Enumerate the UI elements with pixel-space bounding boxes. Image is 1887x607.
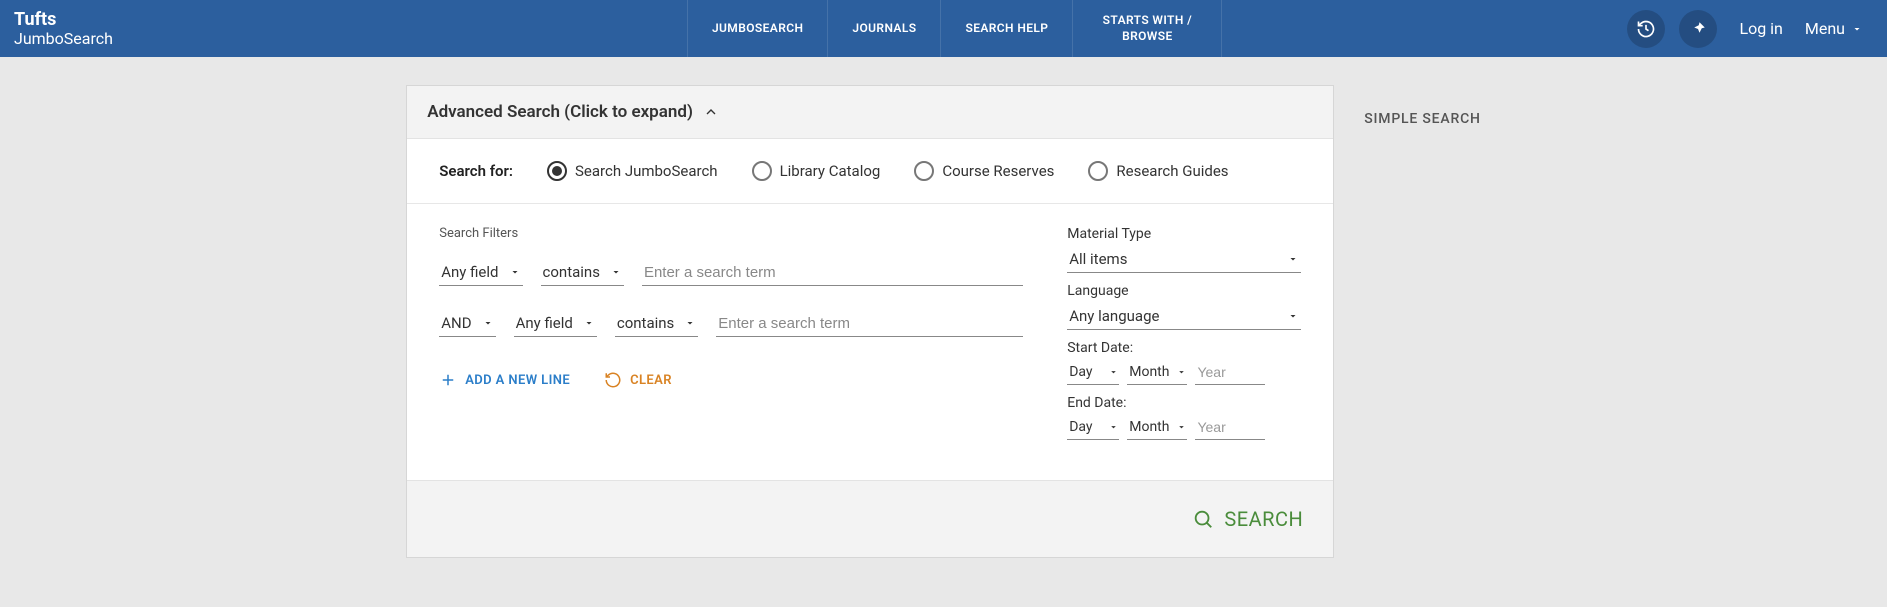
start-date-row: Day Month	[1067, 360, 1301, 385]
end-year-input[interactable]	[1195, 415, 1265, 440]
brand-top: Tufts	[14, 10, 113, 30]
caret-down-icon	[1108, 367, 1119, 378]
language-label: Language	[1067, 283, 1301, 299]
filters-body: Search Filters Any field contains AND	[407, 204, 1333, 480]
search-term-input[interactable]	[716, 311, 1023, 337]
end-date-row: Day Month	[1067, 415, 1301, 440]
start-day-select[interactable]: Day	[1067, 360, 1119, 385]
scope-research-guides[interactable]: Research Guides	[1088, 161, 1228, 181]
boolean-select[interactable]: AND	[439, 310, 495, 337]
operator-select[interactable]: contains	[541, 259, 624, 286]
menu-label: Menu	[1805, 19, 1845, 38]
scope-row: Search for: Search JumboSearch Library C…	[407, 139, 1333, 204]
filters-title: Search Filters	[439, 226, 1023, 241]
refresh-icon	[604, 371, 622, 389]
nav-starts-with-browse[interactable]: STARTS WITH / BROWSE	[1072, 0, 1222, 57]
search-term-input[interactable]	[642, 260, 1023, 286]
filter-row-2: AND Any field contains	[439, 310, 1023, 337]
filters-left: Search Filters Any field contains AND	[439, 226, 1023, 446]
scope-label-text: Course Reserves	[942, 162, 1054, 180]
pin-icon[interactable]	[1679, 10, 1717, 48]
advanced-search-header[interactable]: Advanced Search (Click to expand)	[407, 86, 1333, 139]
card-footer: SEARCH	[407, 480, 1333, 557]
clear-button[interactable]: CLEAR	[604, 371, 672, 389]
radio-icon	[547, 161, 567, 181]
brand[interactable]: Tufts JumboSearch	[0, 10, 127, 47]
caret-down-icon	[1851, 23, 1863, 35]
menu-link[interactable]: Menu	[1805, 19, 1863, 38]
start-date-label: Start Date:	[1067, 340, 1301, 356]
plus-icon	[439, 371, 457, 389]
scope-label-text: Research Guides	[1116, 162, 1228, 180]
radio-icon	[1088, 161, 1108, 181]
chevron-up-icon	[703, 104, 719, 120]
advanced-search-title: Advanced Search (Click to expand)	[427, 102, 693, 122]
topbar: Tufts JumboSearch JUMBOSEARCH JOURNALS S…	[0, 0, 1887, 57]
start-year-input[interactable]	[1195, 360, 1265, 385]
field-select[interactable]: Any field	[514, 310, 597, 337]
end-day-select[interactable]: Day	[1067, 415, 1119, 440]
caret-down-icon	[509, 266, 521, 278]
simple-search-link[interactable]: SIMPLE SEARCH	[1364, 85, 1481, 558]
start-month-select[interactable]: Month	[1127, 360, 1187, 385]
material-type-label: Material Type	[1067, 226, 1301, 242]
operator-select[interactable]: contains	[615, 310, 698, 337]
nav-journals[interactable]: JOURNALS	[827, 0, 940, 57]
filters-right: Material Type All items Language Any lan…	[1067, 226, 1301, 446]
scope-label-text: Library Catalog	[780, 162, 881, 180]
header-tools: Log in Menu	[1627, 10, 1887, 48]
search-button[interactable]: SEARCH	[1192, 507, 1303, 531]
caret-down-icon	[1108, 422, 1119, 433]
history-icon[interactable]	[1627, 10, 1665, 48]
nav-search-help[interactable]: SEARCH HELP	[940, 0, 1072, 57]
field-select[interactable]: Any field	[439, 259, 522, 286]
advanced-search-card: Advanced Search (Click to expand) Search…	[406, 85, 1334, 558]
end-date-label: End Date:	[1067, 395, 1301, 411]
caret-down-icon	[583, 317, 595, 329]
scope-course-reserves[interactable]: Course Reserves	[914, 161, 1054, 181]
main-nav: JUMBOSEARCH JOURNALS SEARCH HELP STARTS …	[687, 0, 1222, 57]
brand-sub: JumboSearch	[14, 30, 113, 48]
caret-down-icon	[1176, 367, 1187, 378]
scope-library-catalog[interactable]: Library Catalog	[752, 161, 881, 181]
material-type-select[interactable]: All items	[1067, 246, 1301, 273]
language-select[interactable]: Any language	[1067, 303, 1301, 330]
login-link[interactable]: Log in	[1731, 19, 1790, 38]
search-for-label: Search for:	[439, 162, 513, 180]
caret-down-icon	[1176, 422, 1187, 433]
radio-icon	[914, 161, 934, 181]
caret-down-icon	[684, 317, 696, 329]
add-line-button[interactable]: ADD A NEW LINE	[439, 371, 570, 389]
caret-down-icon	[482, 317, 494, 329]
search-icon	[1192, 508, 1214, 530]
filter-actions: ADD A NEW LINE CLEAR	[439, 371, 1023, 389]
scope-jumbosearch[interactable]: Search JumboSearch	[547, 161, 718, 181]
caret-down-icon	[1287, 253, 1299, 265]
caret-down-icon	[1287, 310, 1299, 322]
nav-jumbosearch[interactable]: JUMBOSEARCH	[687, 0, 827, 57]
scope-label-text: Search JumboSearch	[575, 162, 718, 180]
filter-row-1: Any field contains	[439, 259, 1023, 286]
radio-icon	[752, 161, 772, 181]
main-content: Advanced Search (Click to expand) Search…	[0, 57, 1887, 558]
caret-down-icon	[610, 266, 622, 278]
end-month-select[interactable]: Month	[1127, 415, 1187, 440]
